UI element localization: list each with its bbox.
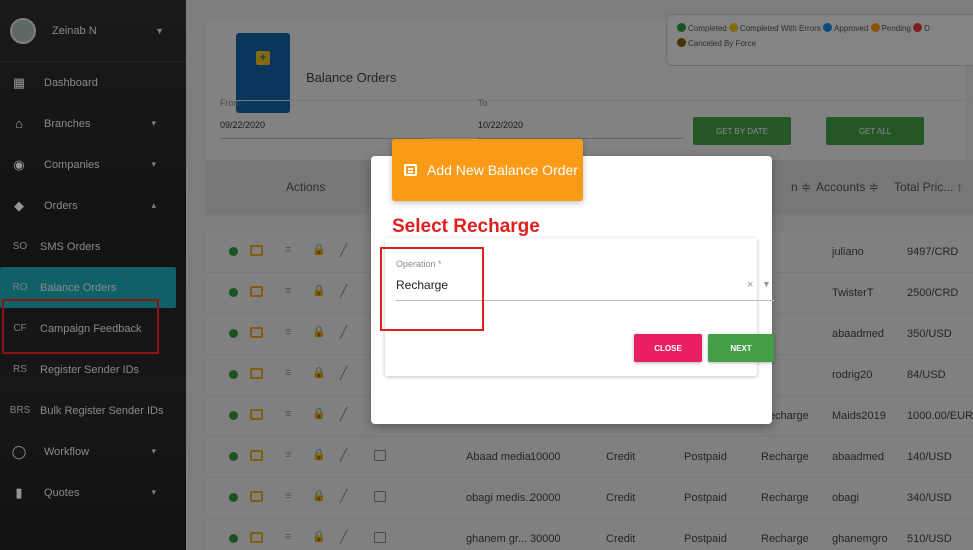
modal-title: Add New Balance Order — [427, 162, 578, 178]
list-icon — [404, 164, 417, 176]
close-button[interactable]: CLOSE — [634, 334, 702, 362]
chevron-down-icon[interactable]: ▼ — [762, 279, 771, 289]
modal-header: Add New Balance Order — [392, 139, 583, 201]
highlight-box-operation — [380, 247, 484, 331]
clear-icon[interactable]: × — [747, 279, 753, 291]
annotation-text: Select Recharge — [392, 216, 540, 237]
next-button[interactable]: NEXT — [708, 334, 774, 362]
